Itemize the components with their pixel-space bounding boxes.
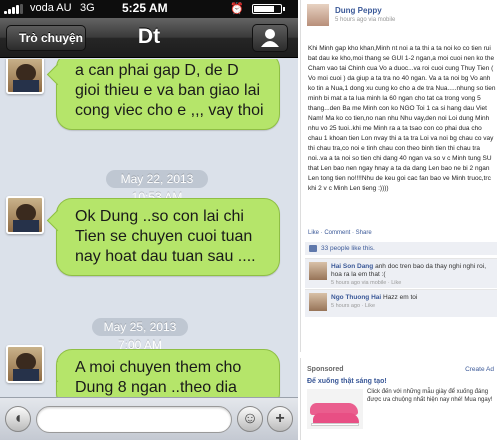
post-meta: 5 hours ago via mobile (335, 17, 396, 23)
contact-avatar (6, 59, 44, 94)
plus-icon: + (275, 410, 285, 427)
alarm-icon: ⏰ (230, 3, 244, 15)
commenter-name[interactable]: Hai Son Dang (331, 263, 373, 270)
message-bubble: Ok Dung ..so con lai chi Tien se chuyen … (56, 198, 280, 276)
message-bubble: A moi chuyen them cho Dung 8 ngan ..theo… (56, 349, 280, 397)
message-timestamp: May 22, 2013 10:53 AM (106, 170, 208, 204)
comment-item: Ngo Thuong Hai Hazz em toi 5 hours ago ·… (305, 289, 497, 317)
message-input-bar: ◖ ☺ + (0, 397, 298, 440)
status-bar: voda AU 3G 5:25 AM ⏰ (0, 0, 298, 18)
commenter-avatar[interactable] (309, 293, 327, 311)
message-list[interactable]: a can phai gap D, de D gioi thieu e va b… (0, 59, 298, 397)
screenshot-composite: voda AU 3G 5:25 AM ⏰ Trò chuyện Dt a can… (0, 0, 500, 440)
smiley-icon: ☺ (241, 410, 259, 427)
sponsored-heading: Sponsored (307, 366, 344, 373)
status-time: 5:25 AM (122, 1, 168, 15)
comment-meta: 5 hours ago via mobile · Like (331, 280, 402, 286)
commenter-avatar[interactable] (309, 262, 327, 280)
likes-count[interactable]: 33 people like this. (321, 245, 375, 252)
author-avatar[interactable] (307, 4, 329, 26)
message-timestamp: May 25, 2013 7:00 AM (92, 318, 188, 352)
commenter-name[interactable]: Ngo Thuong Hai (331, 294, 381, 301)
emoji-button[interactable]: ☺ (237, 406, 263, 432)
battery-icon (252, 4, 285, 14)
voice-button[interactable]: ◖ (5, 406, 31, 432)
comment-item: Hai Son Dang anh doc tren bao da thay ng… (305, 258, 497, 288)
post-actions[interactable]: Like · Comment · Share (308, 230, 372, 236)
person-icon (261, 29, 279, 47)
create-ad-link[interactable]: Create Ad (465, 366, 494, 373)
ad-title[interactable]: Để xuống thật sáng tạo! (307, 378, 387, 385)
iphone-chat-screen: voda AU 3G 5:25 AM ⏰ Trò chuyện Dt a can… (0, 0, 298, 440)
attach-button[interactable]: + (267, 406, 293, 432)
comment-text: Hazz em toi (383, 294, 418, 301)
ad-image[interactable] (307, 389, 363, 429)
sponsored-section: Sponsored Create Ad Để xuống thật sáng t… (300, 358, 500, 440)
voice-icon: ◖ (13, 410, 23, 427)
facebook-post: Dung Peppy 5 hours ago via mobile Khi Mi… (300, 0, 500, 352)
ad-text: Click đến với những mẫu giày để xuống đá… (367, 389, 493, 403)
carrier-name: voda AU (30, 2, 72, 14)
navigation-bar: Trò chuyện Dt (0, 18, 298, 58)
contact-button[interactable] (252, 24, 288, 52)
author-name[interactable]: Dung Peppy (335, 6, 382, 15)
thumbs-up-icon (309, 245, 317, 252)
message-input[interactable] (36, 406, 232, 433)
message-bubble: a can phai gap D, de D gioi thieu e va b… (56, 59, 280, 130)
facebook-post-screenshot: Dung Peppy 5 hours ago via mobile Khi Mi… (300, 0, 500, 440)
likes-row: 33 people like this. (305, 242, 497, 255)
comment-meta: 5 hours ago · Like (331, 303, 376, 309)
network-type: 3G (80, 2, 95, 14)
post-text: Khi Minh gap kho khan,Minh nt noi a ta t… (308, 45, 496, 192)
contact-avatar (6, 196, 44, 234)
contact-avatar (6, 345, 44, 383)
